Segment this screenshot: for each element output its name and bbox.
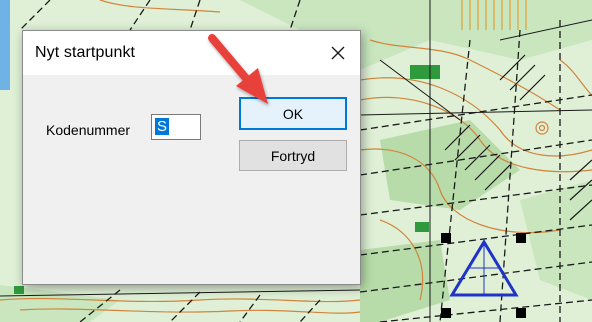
close-button[interactable] bbox=[316, 31, 360, 75]
ok-button[interactable]: OK bbox=[239, 97, 347, 130]
cancel-button[interactable]: Fortryd bbox=[239, 140, 347, 171]
new-start-point-dialog: Nyt startpunkt Kodenummer S OK Fortryd bbox=[22, 30, 361, 285]
ok-button-label: OK bbox=[282, 105, 304, 122]
dialog-titlebar[interactable]: Nyt startpunkt bbox=[23, 31, 360, 75]
dialog-body: Kodenummer S OK Fortryd bbox=[23, 75, 360, 284]
code-number-label: Kodenummer bbox=[46, 122, 131, 138]
close-icon bbox=[331, 46, 345, 60]
cancel-button-label: Fortryd bbox=[270, 147, 316, 164]
dialog-title: Nyt startpunkt bbox=[35, 44, 136, 61]
code-number-value: S bbox=[155, 118, 170, 135]
code-number-input[interactable]: S bbox=[151, 114, 201, 140]
